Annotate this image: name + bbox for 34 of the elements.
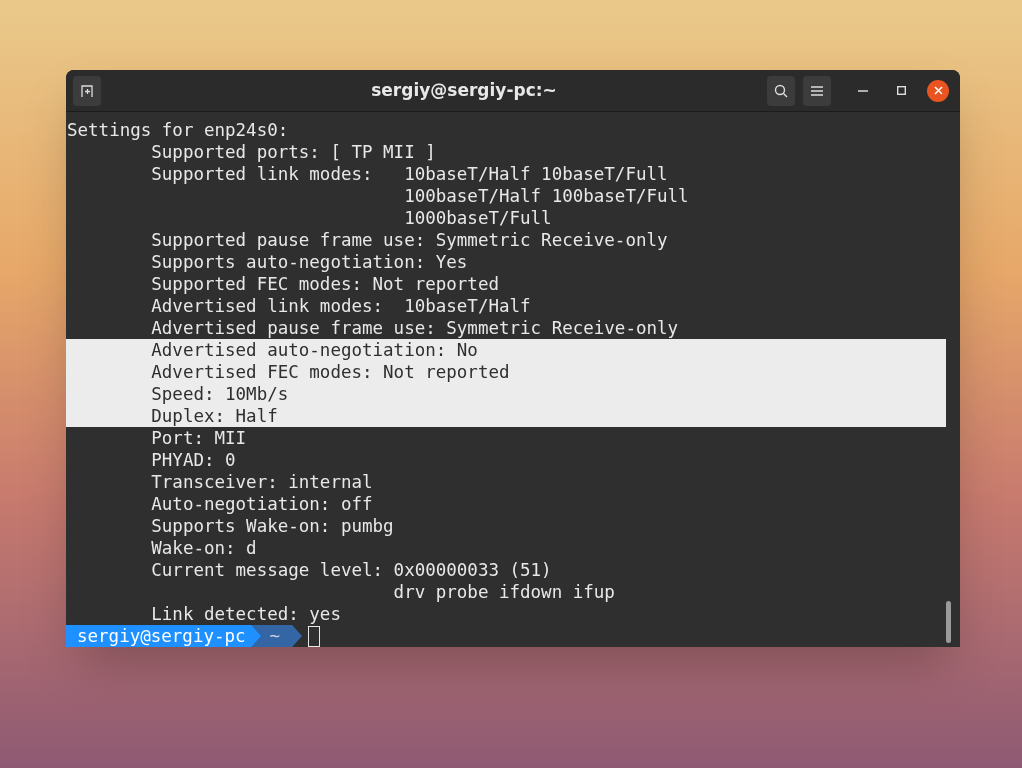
terminal-line: PHYAD: 0 xyxy=(150,449,237,471)
terminal-line: Advertised pause frame use: Symmetric Receive-only xyxy=(150,317,680,339)
terminal-line: Supported ports: [ TP MII ] xyxy=(150,141,437,163)
maximize-icon xyxy=(896,86,906,95)
terminal-line: Transceiver: internal xyxy=(150,471,374,493)
search-icon xyxy=(774,83,788,98)
terminal-line: Current message level: 0x00000033 (51) xyxy=(150,559,553,581)
cursor xyxy=(308,625,321,647)
prompt-user: sergiy@sergiy-pc xyxy=(66,625,262,647)
terminal-line: Supported FEC modes: Not reported xyxy=(150,273,500,295)
menu-icon xyxy=(811,85,823,96)
terminal-line: Auto-negotiation: off xyxy=(150,493,374,515)
minimize-icon xyxy=(858,89,868,92)
terminal-line: Wake-on: d xyxy=(150,537,258,559)
terminal-line: Supports auto-negotiation: Yes xyxy=(150,251,469,273)
terminal-line: Supported pause frame use: Symmetric Receive-only xyxy=(150,229,669,251)
terminal-line: 100baseT/Half 100baseT/Full xyxy=(403,185,690,207)
terminal-line: Supports Wake-on: pumbg xyxy=(150,515,395,537)
terminal-line: Supported link modes: 10baseT/Half 10baseT/Full xyxy=(150,163,669,185)
new-tab-icon xyxy=(80,83,94,98)
terminal-line: Link detected: yes xyxy=(150,603,342,625)
prompt-path: ~ xyxy=(251,625,303,647)
menu-button[interactable] xyxy=(803,75,831,106)
close-icon xyxy=(933,86,943,95)
terminal-line: Settings for enp24s0: xyxy=(66,119,290,141)
close-button[interactable] xyxy=(927,79,949,102)
terminal-line: Port: MII xyxy=(150,427,248,449)
scrollbar-thumb[interactable] xyxy=(946,601,951,643)
terminal-line: Advertised link modes: 10baseT/Half xyxy=(150,295,532,317)
search-button[interactable] xyxy=(767,75,795,106)
new-tab-button[interactable] xyxy=(73,75,101,106)
window-title: sergiy@sergiy-pc:~ xyxy=(370,78,558,102)
terminal-line: drv probe ifdown ifup xyxy=(392,581,616,603)
terminal-line: 1000baseT/Full xyxy=(403,207,553,229)
